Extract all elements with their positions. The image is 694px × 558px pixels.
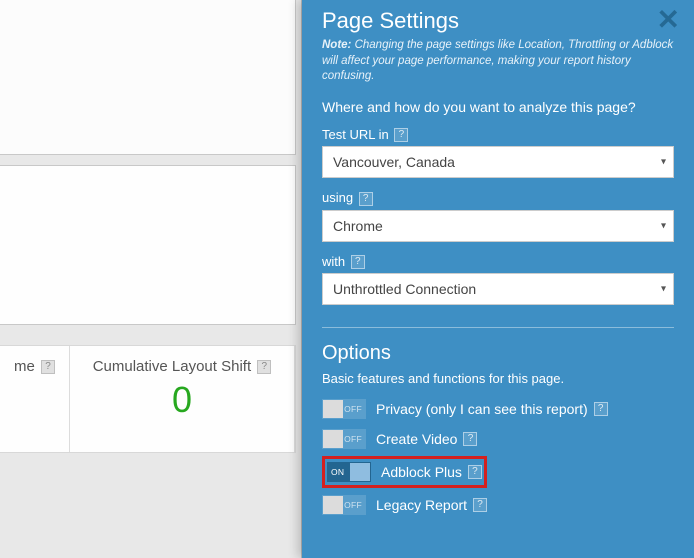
note-prefix: Note:	[322, 39, 351, 51]
metric-cell-partial: me ?	[0, 346, 70, 452]
browser-select[interactable]: Chrome ▾	[322, 210, 674, 242]
help-icon[interactable]: ?	[351, 255, 365, 269]
connection-label: with	[322, 254, 345, 269]
location-label: Test URL in	[322, 127, 389, 142]
metric-value-cls: 0	[80, 379, 284, 421]
panel-title: Page Settings	[322, 8, 459, 34]
metric-cell-cls: Cumulative Layout Shift ? 0	[70, 346, 295, 452]
metrics-card: me ? Cumulative Layout Shift ? 0	[0, 345, 296, 453]
toggle-state-text: OFF	[344, 404, 362, 414]
toggle-state-text: OFF	[344, 434, 362, 444]
privacy-label: Privacy (only I can see this report)	[376, 401, 588, 417]
background-page: me ? Cumulative Layout Shift ? 0	[0, 0, 302, 558]
adblock-toggle[interactable]: ON	[327, 462, 371, 482]
toggle-knob	[323, 430, 343, 448]
help-icon[interactable]: ?	[257, 360, 271, 374]
browser-label: using	[322, 190, 353, 205]
connection-select[interactable]: Unthrottled Connection ▾	[322, 273, 674, 305]
browser-select-value: Chrome	[322, 210, 674, 242]
connection-select-value: Unthrottled Connection	[322, 273, 674, 305]
location-select-value: Vancouver, Canada	[322, 146, 674, 178]
adblock-label: Adblock Plus	[381, 464, 462, 480]
legacy-report-toggle[interactable]: OFF	[322, 495, 366, 515]
help-icon[interactable]: ?	[359, 192, 373, 206]
help-icon[interactable]: ?	[41, 360, 55, 374]
help-icon[interactable]: ?	[394, 128, 408, 142]
toggle-state-text: OFF	[344, 500, 362, 510]
help-icon[interactable]: ?	[463, 432, 477, 446]
toggle-knob	[350, 463, 370, 481]
panel-question: Where and how do you want to analyze thi…	[322, 99, 674, 115]
toggle-knob	[323, 400, 343, 418]
help-icon[interactable]: ?	[594, 402, 608, 416]
create-video-label: Create Video	[376, 431, 457, 447]
toggle-knob	[323, 496, 343, 514]
option-row-create-video: OFF Create Video ?	[322, 424, 674, 454]
location-select[interactable]: Vancouver, Canada ▾	[322, 146, 674, 178]
create-video-toggle[interactable]: OFF	[322, 429, 366, 449]
option-row-legacy-report: OFF Legacy Report ?	[322, 490, 674, 520]
help-icon[interactable]: ?	[473, 498, 487, 512]
metric-label-partial: me	[14, 358, 35, 375]
adblock-highlight: ON Adblock Plus ?	[322, 456, 487, 488]
options-title: Options	[322, 342, 674, 365]
legacy-report-label: Legacy Report	[376, 497, 467, 513]
panel-note: Note: Changing the page settings like Lo…	[322, 38, 674, 85]
note-text: Changing the page settings like Location…	[322, 39, 673, 82]
privacy-toggle[interactable]: OFF	[322, 399, 366, 419]
background-top-card	[0, 0, 296, 155]
toggle-state-text: ON	[331, 467, 344, 477]
metric-label-cls: Cumulative Layout Shift	[93, 358, 251, 375]
options-subtitle: Basic features and functions for this pa…	[322, 371, 674, 386]
page-settings-panel: Page Settings ✕ Note: Changing the page …	[302, 0, 694, 558]
option-row-privacy: OFF Privacy (only I can see this report)…	[322, 394, 674, 424]
close-icon[interactable]: ✕	[657, 6, 680, 34]
help-icon[interactable]: ?	[468, 465, 482, 479]
divider	[322, 327, 674, 328]
background-middle-card	[0, 165, 296, 325]
